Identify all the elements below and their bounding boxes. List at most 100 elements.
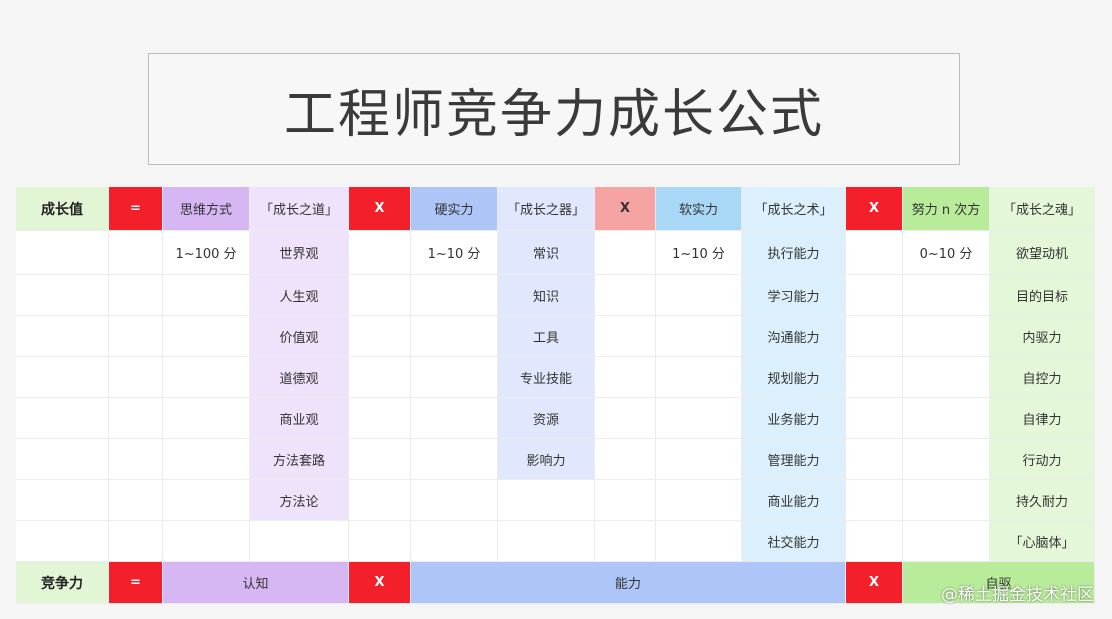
dao-item: 方法论 <box>250 480 349 521</box>
footer-cognition: 认知 <box>163 562 349 604</box>
empty-cell <box>411 316 498 357</box>
qi-item: 专业技能 <box>498 357 595 398</box>
empty-cell <box>656 521 742 562</box>
empty-cell <box>411 275 498 316</box>
shu-item: 社交能力 <box>742 521 846 562</box>
empty-cell <box>16 439 109 480</box>
footer-ability: 能力 <box>411 562 846 604</box>
empty-cell <box>656 316 742 357</box>
equals-operator: = <box>109 187 163 231</box>
header-thinking: 思维方式 <box>163 187 250 231</box>
range-effort: 0~10 分 <box>903 231 990 275</box>
empty-cell <box>349 521 411 562</box>
hun-item: 欲望动机 <box>990 231 1095 275</box>
row-label-growth-value: 成长值 <box>16 187 109 231</box>
header-hun: 「成长之魂」 <box>990 187 1095 231</box>
empty-cell <box>163 275 250 316</box>
footer-multiply-operator-2: X <box>846 562 903 604</box>
empty-cell <box>411 521 498 562</box>
hun-item: 行动力 <box>990 439 1095 480</box>
empty-cell <box>16 521 109 562</box>
empty-cell <box>498 521 595 562</box>
empty-cell <box>16 231 109 275</box>
empty-cell <box>109 275 163 316</box>
header-effort: 努力 n 次方 <box>903 187 990 231</box>
empty-cell <box>595 275 656 316</box>
header-dao: 「成长之道」 <box>250 187 349 231</box>
empty-cell <box>411 480 498 521</box>
empty-cell <box>656 480 742 521</box>
empty-cell <box>16 357 109 398</box>
multiply-operator-1: X <box>349 187 411 231</box>
empty-cell <box>846 439 903 480</box>
hun-item: 自控力 <box>990 357 1095 398</box>
empty-cell <box>163 521 250 562</box>
empty-cell <box>595 521 656 562</box>
empty-cell <box>16 398 109 439</box>
empty-cell <box>349 480 411 521</box>
page-title: 工程师竞争力成长公式 <box>283 84 824 145</box>
empty-cell <box>656 275 742 316</box>
shu-item: 执行能力 <box>742 231 846 275</box>
empty-cell <box>349 231 411 275</box>
empty-cell <box>903 439 990 480</box>
title-box: 工程师竞争力成长公式 <box>148 53 960 165</box>
empty-cell <box>163 480 250 521</box>
qi-item: 资源 <box>498 398 595 439</box>
shu-item: 管理能力 <box>742 439 846 480</box>
empty-cell <box>349 439 411 480</box>
header-qi: 「成长之器」 <box>498 187 595 231</box>
dao-item: 人生观 <box>250 275 349 316</box>
hun-item: 目的目标 <box>990 275 1095 316</box>
empty-cell <box>411 357 498 398</box>
empty-cell <box>163 316 250 357</box>
empty-cell <box>846 275 903 316</box>
empty-cell <box>595 439 656 480</box>
multiply-operator-2-label: X <box>619 201 631 216</box>
range-thinking: 1~100 分 <box>163 231 250 275</box>
empty-cell <box>250 521 349 562</box>
shu-item: 沟通能力 <box>742 316 846 357</box>
empty-cell <box>846 521 903 562</box>
empty-cell <box>903 357 990 398</box>
empty-cell <box>656 398 742 439</box>
empty-cell <box>163 398 250 439</box>
empty-cell <box>109 480 163 521</box>
hun-item: 「心脑体」 <box>990 521 1095 562</box>
empty-cell <box>16 275 109 316</box>
footer-multiply-operator-1: X <box>349 562 411 604</box>
empty-cell <box>411 398 498 439</box>
row-label-competitiveness: 竞争力 <box>16 562 109 604</box>
empty-cell <box>349 357 411 398</box>
empty-cell <box>903 398 990 439</box>
empty-cell <box>903 521 990 562</box>
empty-cell <box>903 316 990 357</box>
hun-item: 自律力 <box>990 398 1095 439</box>
qi-item: 工具 <box>498 316 595 357</box>
empty-cell <box>16 480 109 521</box>
empty-cell <box>349 398 411 439</box>
multiply-operator-3: X <box>846 187 903 231</box>
shu-item: 商业能力 <box>742 480 846 521</box>
shu-item: 规划能力 <box>742 357 846 398</box>
header-soft-skills: 软实力 <box>656 187 742 231</box>
formula-table: 成长值 = 思维方式 「成长之道」 X 硬实力 「成长之器」 X 软实力 「成长… <box>16 187 1095 604</box>
empty-cell <box>903 275 990 316</box>
empty-cell <box>846 398 903 439</box>
empty-cell <box>498 480 595 521</box>
qi-item: 影响力 <box>498 439 595 480</box>
hun-item: 内驱力 <box>990 316 1095 357</box>
empty-cell <box>595 231 656 275</box>
empty-cell <box>595 357 656 398</box>
hun-item: 持久耐力 <box>990 480 1095 521</box>
empty-cell <box>656 357 742 398</box>
dao-item: 世界观 <box>250 231 349 275</box>
header-shu: 「成长之术」 <box>742 187 846 231</box>
dao-item: 商业观 <box>250 398 349 439</box>
qi-item: 常识 <box>498 231 595 275</box>
empty-cell <box>846 357 903 398</box>
empty-cell <box>846 316 903 357</box>
shu-item: 学习能力 <box>742 275 846 316</box>
multiply-operator-2: X <box>595 187 656 231</box>
empty-cell <box>163 357 250 398</box>
